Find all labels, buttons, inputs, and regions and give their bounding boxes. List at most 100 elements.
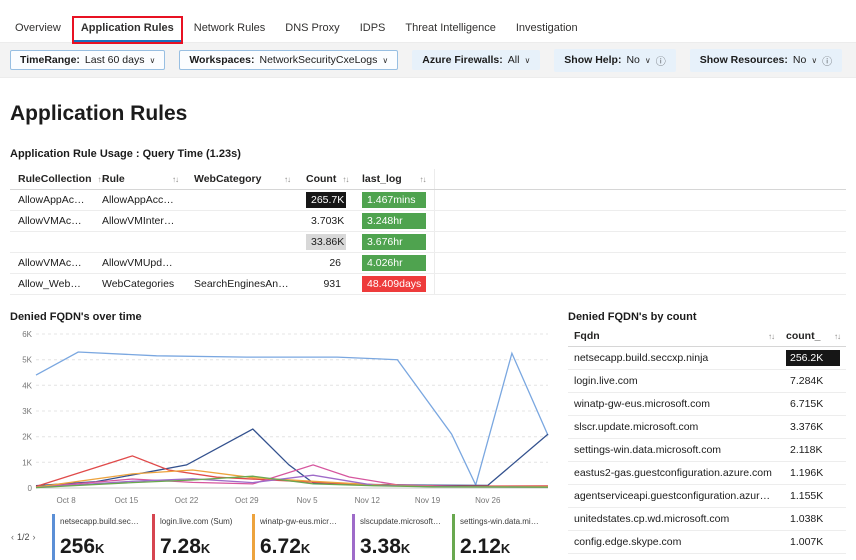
table-row: AllowVMAccess AllowVMInternet 3.703K 3.2… xyxy=(10,210,846,232)
tab-label: IDPS xyxy=(359,22,386,34)
svg-text:0: 0 xyxy=(28,484,33,493)
cell-rule-collection: Allow_Websites xyxy=(10,273,94,295)
svg-text:4K: 4K xyxy=(22,381,32,390)
tab-label: Network Rules xyxy=(193,22,266,34)
chevron-down-icon: ∨ xyxy=(149,55,156,65)
tab[interactable]: DNS Proxy xyxy=(278,18,346,42)
cell-count: 1.038K xyxy=(780,507,846,531)
tile-label: netsecapp.build.seccxp.ni... xyxy=(60,517,141,526)
svg-text:Oct 8: Oct 8 xyxy=(57,496,77,505)
cell-last-log: 3.248hr xyxy=(354,210,435,232)
cell-count: 26 xyxy=(298,252,354,274)
pager-prev-icon[interactable]: ‹ xyxy=(10,532,15,542)
cell-fqdn: oneclient.sfx.ms xyxy=(568,553,780,560)
column-header[interactable]: WebCategory ↑↓ xyxy=(186,169,298,190)
table-row: slscr.update.microsoft.com 3.376K xyxy=(568,415,846,439)
table-row: eastus2-gas.guestconfiguration.azure.com… xyxy=(568,461,846,485)
column-header[interactable]: Count ↑↓ xyxy=(298,169,354,190)
table-row: winatp-gw-eus.microsoft.com 6.715K xyxy=(568,392,846,416)
sort-icon: ↑↓ xyxy=(284,174,291,184)
cell-rule: AllowVMInternet xyxy=(94,210,186,232)
column-header-fqdn[interactable]: Fqdn ↑↓ xyxy=(568,326,780,347)
table-row: unitedstates.cp.wd.microsoft.com 1.038K xyxy=(568,507,846,531)
tile-label: settings-win.data.micros... xyxy=(460,517,541,526)
column-header[interactable]: RuleCollection ↑↓ xyxy=(10,169,105,190)
cell-count: 33.86K xyxy=(298,231,354,253)
filter-value: NetworkSecurityCxeLogs xyxy=(259,54,378,66)
column-header-label: Rule xyxy=(102,173,125,185)
filter-bar: TimeRange: Last 60 days ∨ Workspaces: Ne… xyxy=(0,42,856,78)
cell-rule: AllowAppAccess xyxy=(94,189,186,211)
svg-text:1K: 1K xyxy=(22,458,32,467)
tab[interactable]: Threat Intelligence xyxy=(398,18,503,42)
column-header[interactable]: Rule ↑↓ xyxy=(94,169,186,190)
metric-tile[interactable]: slscupdate.microsoft.c... 3.38K xyxy=(352,514,446,560)
metric-tiles: netsecapp.build.seccxp.ni... 256K login.… xyxy=(52,514,554,560)
filter-value: No xyxy=(792,54,807,66)
tab-bar: Overview Application Rules Network Rules… xyxy=(0,0,856,44)
cell-web-category xyxy=(186,210,298,232)
cell-count: 3.703K xyxy=(298,210,354,232)
cell-count: 7.284K xyxy=(780,369,846,393)
cell-rule-collection: AllowAppAccess xyxy=(10,189,94,211)
metric-tile[interactable]: netsecapp.build.seccxp.ni... 256K xyxy=(52,514,146,560)
tab[interactable]: Overview xyxy=(8,18,68,42)
tab-label: Application Rules xyxy=(80,22,174,34)
tile-pager: ‹ 1/2 › xyxy=(10,532,46,542)
cell-count: 1.155K xyxy=(780,484,846,508)
column-header-label: RuleCollection xyxy=(18,173,92,185)
svg-text:5K: 5K xyxy=(22,356,32,365)
filter-pill[interactable]: Azure Firewalls: All ∨ xyxy=(412,50,541,70)
filter-pill[interactable]: Show Help: No ∨ ⓘ xyxy=(554,48,676,72)
metric-tile[interactable]: login.live.com (Sum) 7.28K xyxy=(152,514,246,560)
svg-text:Nov 26: Nov 26 xyxy=(475,496,501,505)
svg-text:2K: 2K xyxy=(22,433,32,442)
pager-next-icon[interactable]: › xyxy=(32,532,37,542)
metric-tile[interactable]: settings-win.data.micros... 2.12K xyxy=(452,514,546,560)
cell-rule: WebCategories xyxy=(94,273,186,295)
tile-value: 6.72 xyxy=(260,535,301,558)
column-header-label: WebCategory xyxy=(194,173,262,185)
cell-fqdn: unitedstates.cp.wd.microsoft.com xyxy=(568,507,780,531)
svg-text:Nov 12: Nov 12 xyxy=(355,496,381,505)
tab[interactable]: Application Rules xyxy=(71,16,183,44)
filler-cell xyxy=(434,231,846,253)
cell-rule: AllowVMUpdates xyxy=(94,252,186,274)
pager-label: 1/2 xyxy=(17,532,30,542)
tile-unit: K xyxy=(200,541,211,556)
filter-pill[interactable]: Workspaces: NetworkSecurityCxeLogs ∨ xyxy=(179,50,399,70)
tab[interactable]: Investigation xyxy=(509,18,585,42)
cell-fqdn: agentserviceapi.guestconfiguration.azure… xyxy=(568,484,780,508)
filter-value: All xyxy=(507,54,520,66)
cell-count: 3.376K xyxy=(780,415,846,439)
tile-value: 256 xyxy=(60,535,96,558)
table-row: 33.86K 3.676hr xyxy=(10,231,846,253)
filler-cell xyxy=(434,273,846,295)
filter-pill[interactable]: TimeRange: Last 60 days ∨ xyxy=(10,50,166,70)
denied-fqdn-count-panel: Denied FQDN's by count Fqdn ↑↓ count_ ↑↓… xyxy=(568,311,846,560)
metric-tile[interactable]: winatp-gw-eus.microsoft... 6.72K xyxy=(252,514,346,560)
cell-fqdn: login.live.com xyxy=(568,369,780,393)
cell-count: 2.118K xyxy=(780,438,846,462)
filter-label: Azure Firewalls: xyxy=(422,54,503,66)
filter-label: Workspaces: xyxy=(189,54,255,66)
cell-count: 931 xyxy=(298,273,354,295)
filter-pill[interactable]: Show Resources: No ∨ ⓘ xyxy=(689,48,843,72)
cell-last-log: 4.026hr xyxy=(354,252,435,274)
tab[interactable]: IDPS xyxy=(353,18,393,42)
column-header[interactable]: last_log ↑↓ xyxy=(354,169,435,190)
table-row: oneclient.sfx.ms 992 xyxy=(568,553,846,560)
tile-label: slscupdate.microsoft.c... xyxy=(360,517,441,526)
tab[interactable]: Network Rules xyxy=(187,18,273,42)
sort-icon: ↑↓ xyxy=(342,174,349,184)
cell-fqdn: eastus2-gas.guestconfiguration.azure.com xyxy=(568,461,780,485)
info-icon[interactable]: ⓘ xyxy=(822,53,832,68)
info-icon[interactable]: ⓘ xyxy=(656,53,666,68)
filter-value: Last 60 days xyxy=(84,54,145,66)
cell-web-category xyxy=(186,252,298,274)
svg-text:3K: 3K xyxy=(22,407,32,416)
filler-cell xyxy=(434,189,846,211)
cell-last-log: 1.467mins xyxy=(354,189,435,211)
cell-count: 256.2K xyxy=(780,346,846,370)
column-header-count[interactable]: count_ ↑↓ xyxy=(780,326,846,347)
